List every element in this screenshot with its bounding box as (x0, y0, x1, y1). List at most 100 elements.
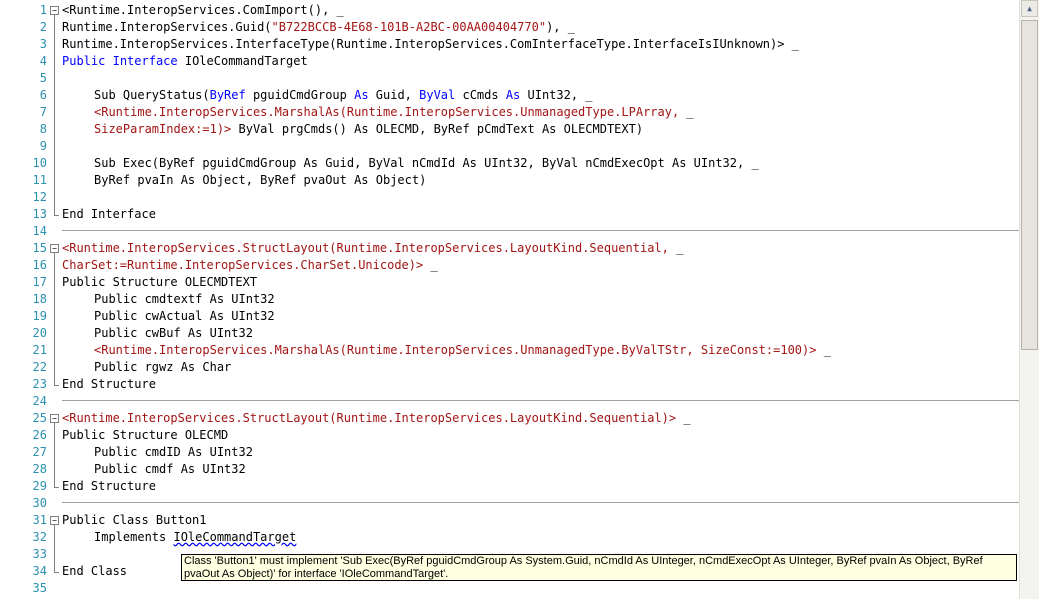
code-line[interactable]: 31− Public Class Button1 (0, 512, 1019, 529)
line-number: 24 (32, 394, 47, 408)
line-number: 20 (32, 326, 47, 340)
line-number: 7 (39, 105, 47, 119)
line-number: 19 (32, 309, 47, 323)
code-text: Runtime.InteropServices.Guid("B722BCCB-4… (62, 20, 575, 34)
code-text: Public Class Button1 (62, 513, 207, 527)
code-line[interactable]: 29 End Structure (0, 478, 1019, 495)
line-number: 11 (32, 173, 47, 187)
code-text: Sub Exec(ByRef pguidCmdGroup As Guid, By… (94, 156, 759, 170)
code-line[interactable]: 9 (0, 138, 1019, 155)
code-line[interactable]: 23 End Structure (0, 376, 1019, 393)
code-line[interactable]: 21 <Runtime.InteropServices.MarshalAs(Run… (0, 342, 1019, 359)
line-number: 22 (32, 360, 47, 374)
code-line[interactable]: 14 (0, 223, 1019, 240)
code-line[interactable]: 5 (0, 70, 1019, 87)
code-line[interactable]: 2 Runtime.InteropServices.Guid("B722BCCB-… (0, 19, 1019, 36)
code-line[interactable]: 19 Public cwActual As UInt32 (0, 308, 1019, 325)
outline-guide (54, 253, 55, 385)
code-line[interactable]: 18 Public cmdtextf As UInt32 (0, 291, 1019, 308)
collapse-minus-icon[interactable]: − (50, 6, 59, 15)
code-text: CharSet:=Runtime.InteropServices.CharSet… (62, 258, 438, 272)
code-line[interactable]: 8 SizeParamIndex:=1)> ByVal prgCmds() As … (0, 121, 1019, 138)
line-number: 12 (32, 190, 47, 204)
code-line[interactable]: 28 Public cmdf As UInt32 (0, 461, 1019, 478)
code-line[interactable]: 22 Public rgwz As Char (0, 359, 1019, 376)
line-number: 33 (32, 547, 47, 561)
code-text: <Runtime.InteropServices.MarshalAs(Runti… (94, 343, 831, 357)
line-number: 23 (32, 377, 47, 391)
code-text: Sub QueryStatus(ByRef pguidCmdGroup As G… (94, 88, 593, 102)
code-line[interactable]: 4 Public Interface IOleCommandTarget (0, 53, 1019, 70)
code-text: Public Structure OLECMD (62, 428, 229, 442)
line-number: 13 (32, 207, 47, 221)
collapse-minus-icon[interactable]: − (50, 244, 59, 253)
code-line[interactable]: 24 (0, 393, 1019, 410)
code-line[interactable]: 15− <Runtime.InteropServices.StructLayout… (0, 240, 1019, 257)
line-number: 14 (32, 224, 47, 238)
vertical-scrollbar[interactable]: ▲ (1019, 0, 1039, 599)
code-text: <Runtime.InteropServices.MarshalAs(Runti… (94, 105, 694, 119)
line-number: 1 (39, 3, 47, 17)
outline-end-tick (54, 385, 59, 386)
line-number: 30 (32, 496, 47, 510)
line-number: 27 (32, 445, 47, 459)
code-text: Public Structure OLECMDTEXT (62, 275, 258, 289)
line-number: 2 (39, 20, 47, 34)
line-number: 29 (32, 479, 47, 493)
line-number: 16 (32, 258, 47, 272)
code-line[interactable]: 35 (0, 580, 1019, 597)
line-number: 6 (39, 88, 47, 102)
line-number: 17 (32, 275, 47, 289)
line-number: 9 (39, 139, 47, 153)
line-number: 25 (32, 411, 47, 425)
line-number: 15 (32, 241, 47, 255)
code-text: <Runtime.InteropServices.ComImport(), _ (62, 3, 344, 17)
code-line[interactable]: 12 (0, 189, 1019, 206)
code-line[interactable]: 17 Public Structure OLECMDTEXT (0, 274, 1019, 291)
line-number: 31 (32, 513, 47, 527)
code-line[interactable]: 6 Sub QueryStatus(ByRef pguidCmdGroup As … (0, 87, 1019, 104)
code-line[interactable]: 1− <Runtime.InteropServices.ComImport(), … (0, 2, 1019, 19)
code-text: Public cwBuf As UInt32 (94, 326, 253, 340)
code-text: End Interface (62, 207, 156, 221)
scroll-up-arrow-icon[interactable]: ▲ (1021, 0, 1038, 17)
code-text: Public cmdf As UInt32 (94, 462, 246, 476)
code-text: Public rgwz As Char (94, 360, 232, 374)
collapse-minus-icon[interactable]: − (50, 414, 59, 423)
line-number: 28 (32, 462, 47, 476)
code-text: Public cwActual As UInt32 (94, 309, 275, 323)
code-line[interactable]: 27 Public cmdID As UInt32 (0, 444, 1019, 461)
scrollbar-thumb[interactable] (1021, 20, 1038, 350)
code-line[interactable]: 16 CharSet:=Runtime.InteropServices.CharS… (0, 257, 1019, 274)
line-number: 10 (32, 156, 47, 170)
code-line[interactable]: 26 Public Structure OLECMD (0, 427, 1019, 444)
line-number: 21 (32, 343, 47, 357)
line-number: 8 (39, 122, 47, 136)
outline-end-tick (54, 215, 59, 216)
outline-guide (54, 423, 55, 487)
error-tooltip: Class 'Button1' must implement 'Sub Exec… (181, 554, 1017, 581)
code-line[interactable]: 32 Implements IOleCommandTarget (0, 529, 1019, 546)
code-text: Public cmdID As UInt32 (94, 445, 253, 459)
outline-guide (54, 525, 55, 572)
code-line[interactable]: 25− <Runtime.InteropServices.StructLayout… (0, 410, 1019, 427)
code-text: ByRef pvaIn As Object, ByRef pvaOut As O… (94, 173, 427, 187)
code-line[interactable]: 11 ByRef pvaIn As Object, ByRef pvaOut As… (0, 172, 1019, 189)
code-text: End Structure (62, 377, 156, 391)
outline-end-tick (54, 572, 59, 573)
code-line[interactable]: 7 <Runtime.InteropServices.MarshalAs(Runt… (0, 104, 1019, 121)
line-number: 4 (39, 54, 47, 68)
line-number: 18 (32, 292, 47, 306)
code-editor[interactable]: 1− <Runtime.InteropServices.ComImport(), … (0, 0, 1019, 599)
outline-end-tick (54, 487, 59, 488)
collapse-minus-icon[interactable]: − (50, 516, 59, 525)
line-number: 26 (32, 428, 47, 442)
code-line[interactable]: 13 End Interface (0, 206, 1019, 223)
code-line[interactable]: 10 Sub Exec(ByRef pguidCmdGroup As Guid, … (0, 155, 1019, 172)
line-number: 3 (39, 37, 47, 51)
code-line[interactable]: 20 Public cwBuf As UInt32 (0, 325, 1019, 342)
code-line[interactable]: 30 (0, 495, 1019, 512)
code-line[interactable]: 3 Runtime.InteropServices.InterfaceType(R… (0, 36, 1019, 53)
outline-guide (54, 15, 55, 215)
code-text: Public cmdtextf As UInt32 (94, 292, 275, 306)
